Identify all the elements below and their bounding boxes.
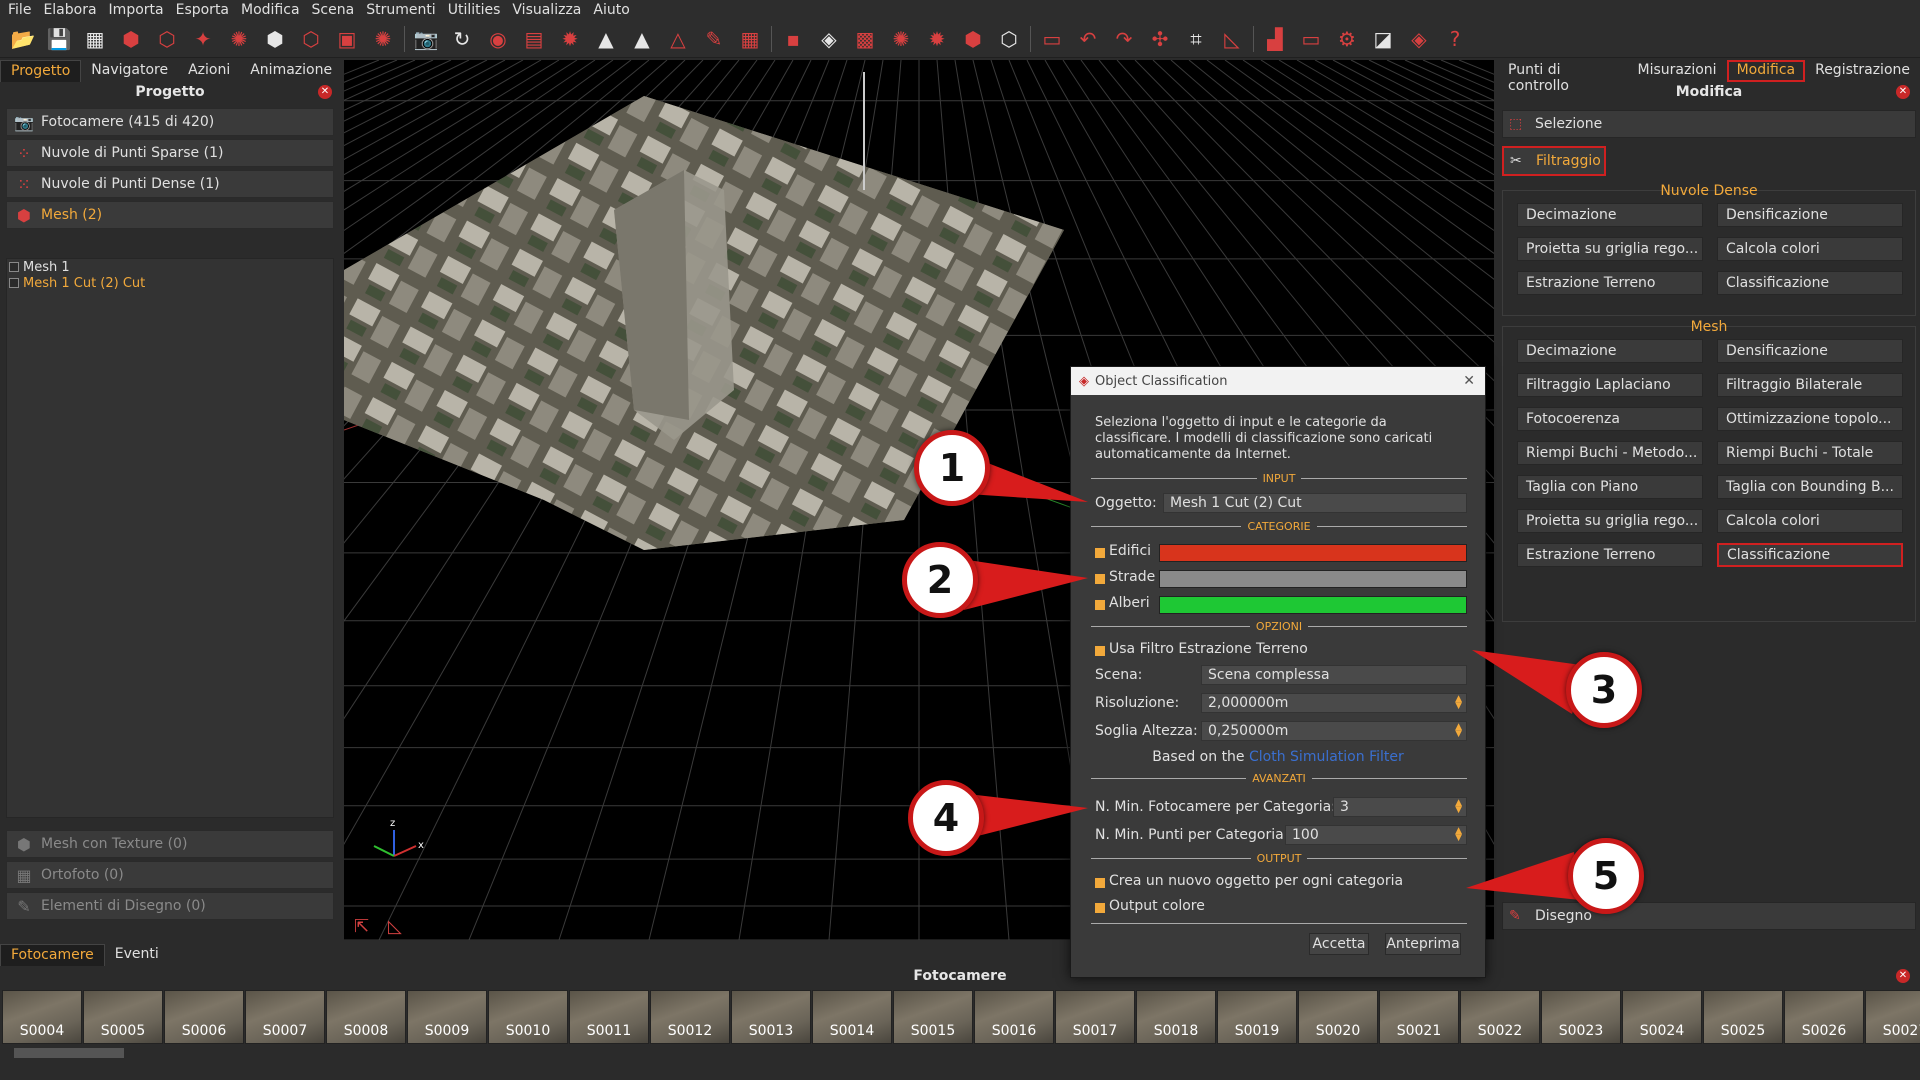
callout-4: 4: [908, 780, 984, 856]
callout-2: 2: [902, 542, 978, 618]
callout-1: 1: [914, 430, 990, 506]
callout-arrows: [962, 460, 1588, 900]
callout-5: 5: [1568, 838, 1644, 914]
callout-3: 3: [1566, 652, 1642, 728]
